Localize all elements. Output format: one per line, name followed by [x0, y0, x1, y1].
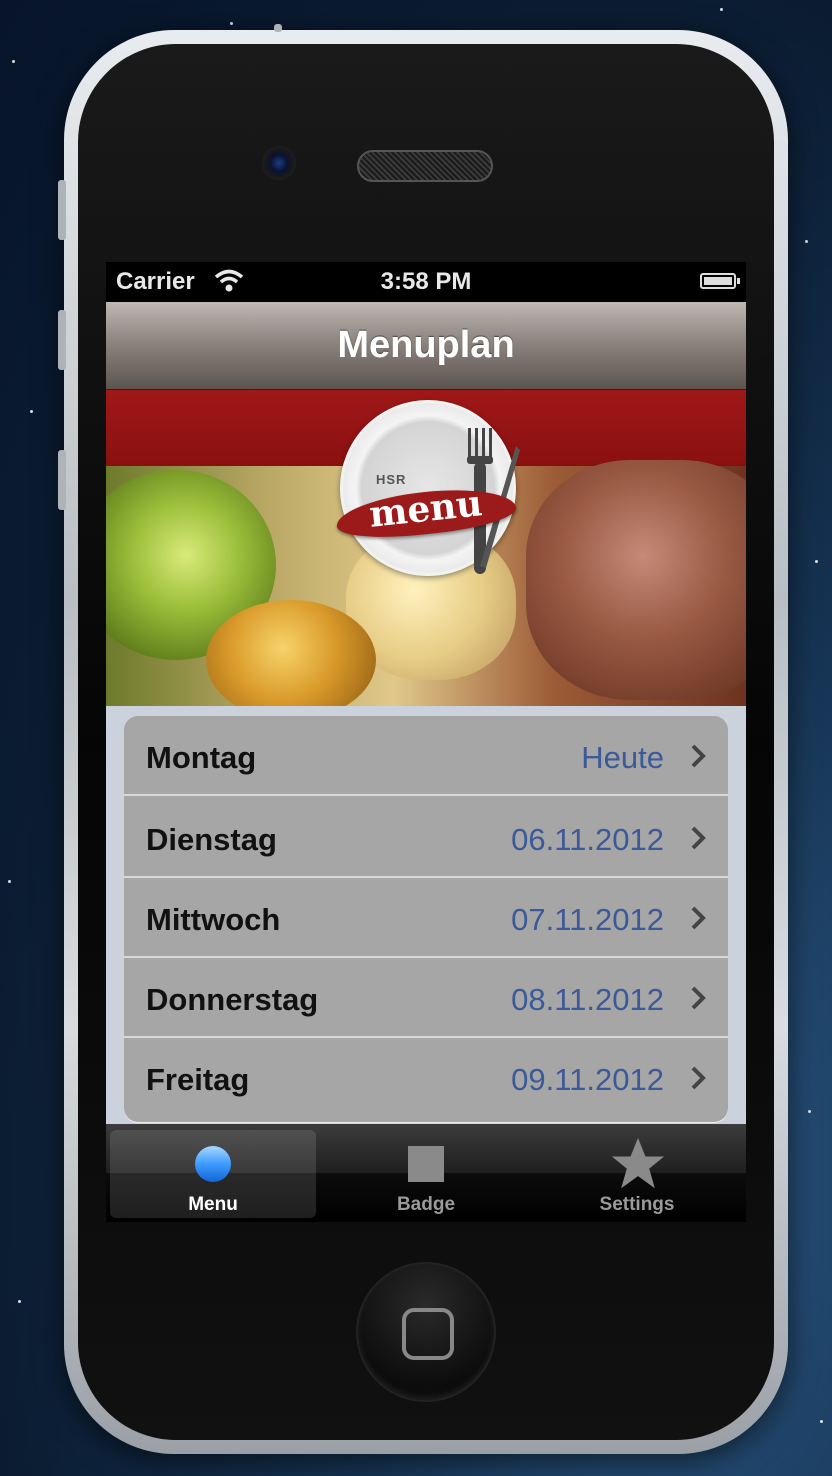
speaker-grille: [357, 150, 493, 182]
tab-label: Menu: [188, 1194, 238, 1215]
row-date-label: 06.11.2012: [511, 822, 664, 857]
logo-hsr-text: HSR: [376, 472, 407, 487]
chevron-right-icon: [691, 1066, 706, 1090]
chevron-right-icon: [691, 826, 706, 850]
row-day-label: Mittwoch: [146, 902, 281, 937]
top-button: [274, 24, 282, 32]
table-row[interactable]: Mittwoch 07.11.2012: [124, 878, 728, 958]
row-date-label: Heute: [581, 740, 664, 775]
table-row[interactable]: Donnerstag 08.11.2012: [124, 958, 728, 1038]
volume-up-button: [58, 310, 66, 370]
circle-icon: [195, 1146, 231, 1182]
tab-settings[interactable]: Settings: [534, 1130, 740, 1218]
status-bar: Carrier 3:58 PM: [106, 262, 746, 302]
table-row[interactable]: Montag Heute: [124, 716, 728, 796]
row-day-label: Donnerstag: [146, 982, 319, 1017]
row-date-label: 09.11.2012: [511, 1062, 664, 1097]
app-screen: Carrier 3:58 PM Menuplan HSR menu Montag…: [106, 262, 746, 1222]
table-row[interactable]: Dienstag 06.11.2012: [124, 798, 728, 878]
chevron-right-icon: [691, 906, 706, 930]
camera-icon: [262, 146, 296, 180]
tab-label: Badge: [396, 1194, 456, 1215]
home-square-icon: [402, 1308, 454, 1360]
tab-menu[interactable]: Menu: [110, 1130, 316, 1218]
row-day-label: Dienstag: [146, 822, 277, 857]
status-time: 3:58 PM: [380, 268, 472, 295]
battery-icon: [700, 273, 740, 289]
tab-label: Settings: [599, 1194, 675, 1215]
tab-bar: Menu Badge Settings: [106, 1124, 746, 1222]
row-date-label: 08.11.2012: [511, 982, 664, 1017]
mute-switch: [58, 180, 66, 240]
row-day-label: Freitag: [146, 1062, 250, 1097]
day-table: Montag Heute Dienstag 06.11.2012 Mittwoc…: [124, 716, 728, 1122]
hero-banner: HSR menu: [106, 390, 746, 706]
table-row[interactable]: Freitag 09.11.2012: [124, 1038, 728, 1118]
day-list-area: Montag Heute Dienstag 06.11.2012 Mittwoc…: [106, 706, 746, 1124]
chevron-right-icon: [691, 744, 706, 768]
navigation-bar: Menuplan: [106, 302, 746, 390]
tab-badge[interactable]: Badge: [323, 1130, 529, 1218]
square-icon: [408, 1146, 444, 1182]
row-day-label: Montag: [146, 740, 257, 775]
food-photo-meat: [526, 460, 746, 700]
star-icon: [611, 1137, 665, 1189]
home-button[interactable]: [356, 1262, 496, 1402]
page-title: Menuplan: [337, 324, 515, 366]
row-date-label: 07.11.2012: [511, 902, 664, 937]
chevron-right-icon: [691, 986, 706, 1010]
volume-down-button: [58, 450, 66, 510]
